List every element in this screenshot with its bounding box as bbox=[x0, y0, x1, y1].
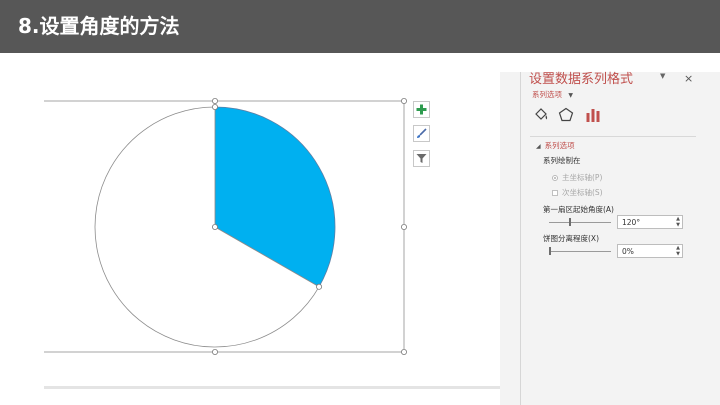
series-options-dropdown[interactable]: 系列选项 ▼ bbox=[532, 90, 573, 101]
angle-slider-thumb[interactable] bbox=[568, 218, 571, 226]
series-options-label: 系列选项 bbox=[532, 90, 562, 99]
chart-area-handle-1[interactable] bbox=[211, 98, 218, 105]
pane-close-button[interactable]: × bbox=[684, 72, 693, 85]
chart-filters-button[interactable] bbox=[413, 150, 430, 167]
bar-chart-icon bbox=[586, 109, 600, 122]
explosion-slider-thumb[interactable] bbox=[549, 247, 551, 255]
fill-bucket-icon bbox=[535, 108, 548, 120]
chart-area-handle-4[interactable] bbox=[400, 348, 407, 355]
primary-axis-radio[interactable] bbox=[552, 175, 558, 181]
pane-title: 设置数据系列格式 bbox=[529, 72, 634, 87]
angle-slider-track[interactable] bbox=[549, 222, 611, 223]
chart-styles-button[interactable] bbox=[413, 125, 430, 142]
pie-explosion-label: 饼图分离程度(X) bbox=[543, 234, 599, 243]
angle-value: 120° bbox=[622, 218, 641, 227]
slice-edge-handle-1[interactable] bbox=[211, 104, 218, 111]
first-slice-angle-label: 第一扇区起始角度(A) bbox=[543, 205, 614, 214]
slice-center-handle[interactable] bbox=[211, 223, 218, 230]
spin-arrows-icon[interactable]: ▲ ▼ bbox=[676, 245, 680, 257]
chart-area-handle-2[interactable] bbox=[400, 98, 407, 105]
secondary-axis-checkbox[interactable] bbox=[552, 190, 558, 196]
tabs-divider bbox=[530, 136, 696, 137]
explosion-value: 0% bbox=[622, 247, 634, 256]
plus-icon bbox=[416, 104, 427, 115]
tab-series-options[interactable] bbox=[585, 107, 601, 127]
section-title: 系列选项 bbox=[544, 141, 575, 150]
pane-divider bbox=[520, 72, 521, 405]
slice-edge-handle-2[interactable] bbox=[316, 283, 323, 290]
primary-axis-label: 主坐标轴(P) bbox=[562, 173, 603, 182]
spin-arrows-icon[interactable]: ▲ ▼ bbox=[676, 216, 680, 228]
chart-elements-button[interactable] bbox=[413, 101, 430, 118]
pentagon-effects-icon bbox=[558, 107, 574, 122]
brush-icon bbox=[417, 128, 427, 138]
collapse-triangle-icon: ◢ bbox=[536, 143, 541, 150]
chevron-down-icon: ▼ bbox=[568, 92, 574, 99]
filter-icon bbox=[416, 154, 427, 163]
plot-series-on-label: 系列绘制在 bbox=[543, 156, 581, 165]
tab-fill-line[interactable] bbox=[533, 107, 549, 127]
series-options-section-header[interactable]: ◢ 系列选项 bbox=[536, 141, 575, 152]
chart-area-handle-3[interactable] bbox=[400, 223, 407, 230]
explosion-slider-track[interactable] bbox=[549, 251, 611, 252]
explosion-spinbox[interactable]: 0% ▲ ▼ bbox=[617, 244, 683, 258]
tab-effects[interactable] bbox=[558, 107, 574, 127]
pane-options-dropdown[interactable]: ▼ bbox=[660, 72, 665, 80]
secondary-axis-label: 次坐标轴(S) bbox=[562, 188, 603, 197]
angle-spinbox[interactable]: 120° ▲ ▼ bbox=[617, 215, 683, 229]
chart-area-handle-5[interactable] bbox=[211, 348, 218, 355]
